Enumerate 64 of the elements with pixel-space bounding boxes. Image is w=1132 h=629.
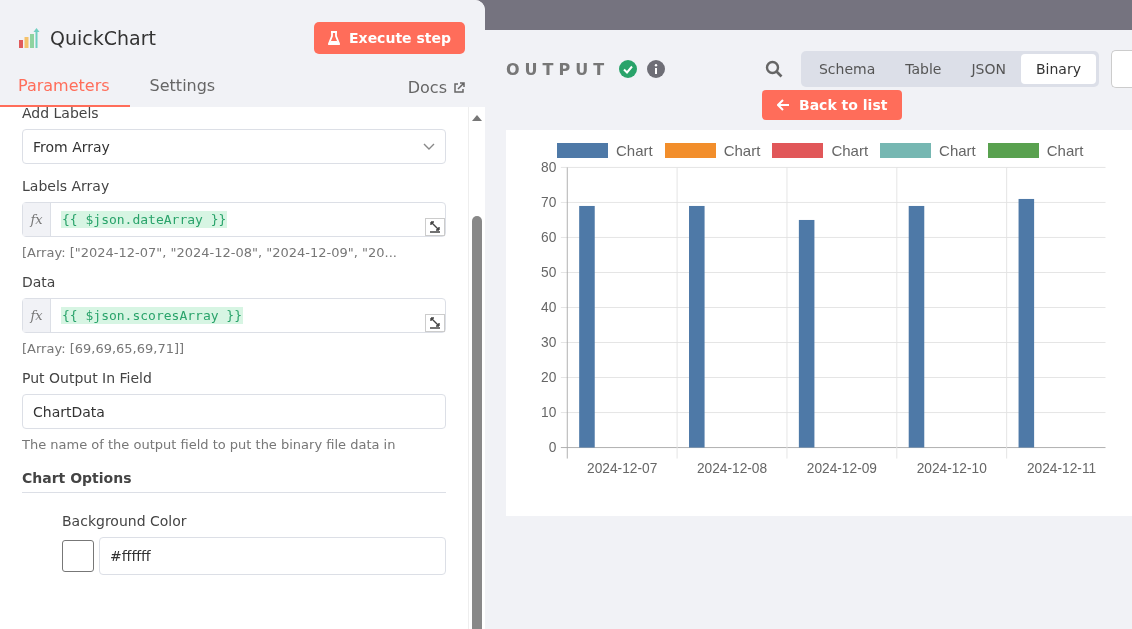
fx-label: fx: [23, 203, 51, 236]
output-title: OUTPUT: [506, 59, 610, 79]
legend-label[interactable]: Chart: [1046, 142, 1084, 159]
info-icon[interactable]: [647, 60, 666, 78]
x-tick-label: 2024-12-09: [806, 461, 877, 477]
y-tick-label: 20: [541, 370, 557, 386]
y-tick-label: 80: [541, 160, 557, 175]
search-icon[interactable]: [765, 60, 783, 78]
legend-swatch[interactable]: [664, 143, 716, 158]
y-tick-label: 40: [541, 300, 557, 316]
check-circle-icon: [619, 60, 638, 78]
text-field[interactable]: ChartData: [22, 394, 446, 429]
expression-field[interactable]: fx {{ $json.scoresArray }}: [22, 298, 446, 333]
expression-preview: [Array: [69,69,65,69,71]]: [22, 341, 186, 356]
field-label: Labels Array: [22, 178, 111, 194]
x-tick-label: 2024-12-08: [696, 461, 768, 477]
x-tick-label: 2024-12-10: [916, 461, 987, 477]
arrow-left-icon: [777, 99, 790, 111]
color-swatch[interactable]: [62, 540, 94, 572]
legend-label[interactable]: Chart: [723, 142, 761, 159]
y-tick-label: 0: [548, 440, 557, 456]
field-label: Add Labels: [22, 105, 100, 121]
panel-tab[interactable]: Settings: [149, 68, 216, 107]
section-heading: Chart Options: [22, 470, 446, 493]
docs-link[interactable]: Docs: [407, 78, 447, 97]
bar-chart-icon: [18, 27, 40, 49]
select-field[interactable]: From Array: [22, 129, 446, 164]
field-label: Data: [22, 274, 57, 290]
expand-icon[interactable]: [425, 314, 445, 332]
y-tick-label: 60: [541, 230, 557, 246]
scrollbar-thumb[interactable]: [472, 216, 482, 629]
field-label: Background Color: [62, 513, 188, 529]
field-hint: The name of the output field to put the binary file data in: [22, 437, 397, 452]
y-tick-label: 30: [541, 335, 557, 351]
legend-label[interactable]: Chart: [616, 142, 653, 159]
y-tick-label: 10: [541, 405, 557, 421]
legend-swatch[interactable]: [772, 143, 824, 158]
view-tab[interactable]: Table: [890, 54, 957, 84]
legend-swatch[interactable]: [880, 143, 932, 158]
node-title: QuickChart: [50, 27, 157, 49]
select-value: From Array: [33, 138, 110, 155]
view-tab[interactable]: Binary: [1021, 54, 1096, 84]
view-tab[interactable]: Schema: [804, 54, 891, 84]
field-label: Put Output In Field: [22, 370, 153, 386]
y-tick-label: 50: [541, 265, 557, 281]
expression-preview: [Array: ["2024-12-07", "2024-12-08", "2024-12-09", "20...: [22, 245, 398, 260]
view-tab[interactable]: JSON: [956, 54, 1021, 84]
chevron-down-icon: [423, 142, 435, 151]
color-field[interactable]: #ffffff: [99, 537, 446, 575]
x-tick-label: 2024-12-07: [587, 461, 658, 477]
x-tick-label: 2024-12-11: [1027, 461, 1097, 477]
legend-swatch[interactable]: [987, 143, 1039, 158]
scroll-up-icon[interactable]: [472, 115, 482, 121]
y-tick-label: 70: [541, 195, 557, 211]
flask-icon: [328, 31, 341, 45]
expand-icon[interactable]: [425, 218, 445, 236]
expression-value: {{ $json.scoresArray }}: [61, 307, 243, 324]
legend-label[interactable]: Chart: [831, 142, 869, 159]
fx-label: fx: [23, 299, 51, 332]
expression-field[interactable]: fx {{ $json.dateArray }}: [22, 202, 446, 237]
legend-label[interactable]: Chart: [939, 142, 976, 159]
external-link-icon[interactable]: [453, 81, 465, 94]
expression-value: {{ $json.dateArray }}: [61, 211, 228, 228]
legend-swatch[interactable]: [557, 143, 608, 158]
